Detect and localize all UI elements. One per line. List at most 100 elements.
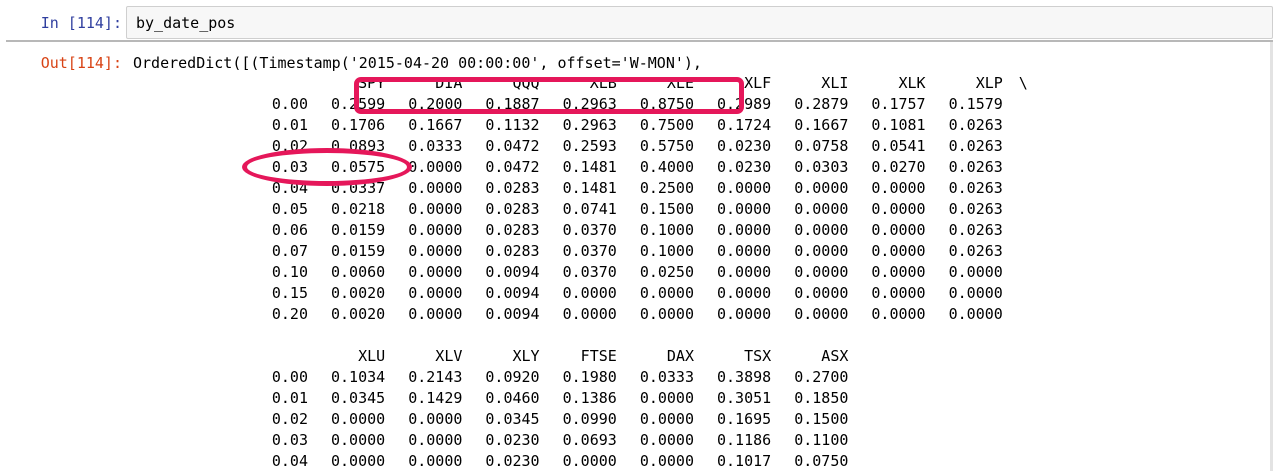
table-cell: 0.0000	[562, 284, 617, 302]
table-cell: 0.0020	[331, 284, 386, 302]
table-cell: 0.0000	[408, 200, 463, 218]
table-cell: 0.0345	[485, 410, 540, 428]
table-cell: 0.1667	[794, 116, 849, 134]
table-cell: 0.0000	[794, 263, 849, 281]
table-cell: 0.0263	[948, 242, 1003, 260]
table-cell: 0.3898	[717, 368, 772, 386]
line-continuation: \	[1018, 74, 1028, 92]
timestamp-highlight-box	[354, 77, 744, 114]
column-header: XLU	[358, 347, 386, 365]
table-cell: 0.0060	[331, 263, 386, 281]
table-cell: 0.2143	[408, 368, 463, 386]
table-cell: 0.0000	[871, 284, 926, 302]
input-prompt: In [114]:	[40, 14, 122, 32]
table-cell: 0.0990	[562, 410, 617, 428]
table-cell: 0.0283	[485, 179, 540, 197]
table-cell: 0.1980	[562, 368, 617, 386]
row-index: 0.06	[271, 221, 308, 239]
table-cell: 0.1695	[717, 410, 772, 428]
table-cell: 0.0000	[639, 389, 694, 407]
table-cell: 0.0758	[794, 137, 849, 155]
column-header: FTSE	[580, 347, 617, 365]
table-cell: 0.1500	[794, 410, 849, 428]
table-cell: 0.0460	[485, 389, 540, 407]
table-cell: 0.1706	[331, 116, 386, 134]
row-index: 0.01	[271, 389, 308, 407]
table-cell: 0.4000	[639, 158, 694, 176]
table-cell: 0.0094	[485, 284, 540, 302]
table-cell: 0.1186	[717, 431, 772, 449]
table-cell: 0.0000	[408, 410, 463, 428]
table-cell: 0.1081	[871, 116, 926, 134]
table-cell: 0.1017	[717, 452, 772, 470]
table-cell: 0.0230	[485, 431, 540, 449]
table-cell: 0.0000	[408, 242, 463, 260]
table-cell: 0.0000	[562, 305, 617, 323]
table-cell: 0.0218	[331, 200, 386, 218]
table-cell: 0.0000	[717, 200, 772, 218]
row-index: 0.02	[271, 410, 308, 428]
table-cell: 0.0263	[948, 221, 1003, 239]
table-cell: 0.1386	[562, 389, 617, 407]
table-cell: 0.0000	[562, 452, 617, 470]
table-cell: 0.1500	[639, 200, 694, 218]
table-cell: 0.0000	[717, 263, 772, 281]
table-cell: 0.2963	[562, 116, 617, 134]
table-cell: 0.0000	[871, 179, 926, 197]
table-cell: 0.0370	[562, 221, 617, 239]
table-cell: 0.0000	[871, 200, 926, 218]
table-cell: 0.0541	[871, 137, 926, 155]
output-first-line: OrderedDict([(Timestamp('2015-04-20 00:0…	[133, 54, 702, 72]
table-cell: 0.0000	[871, 263, 926, 281]
code-text[interactable]: by_date_pos	[136, 14, 235, 32]
table-cell: 0.5750	[639, 137, 694, 155]
table-cell: 0.0230	[717, 137, 772, 155]
table-cell: 0.1667	[408, 116, 463, 134]
table-cell: 0.0000	[871, 242, 926, 260]
table-cell: 0.1034	[331, 368, 386, 386]
output-scrollbar[interactable]	[1270, 42, 1273, 471]
row-index: 0.00	[271, 95, 308, 113]
table-cell: 0.0263	[948, 179, 1003, 197]
column-header: XLK	[898, 74, 926, 92]
table-cell: 0.1850	[794, 389, 849, 407]
table-cell: 0.0263	[948, 116, 1003, 134]
column-header: TSX	[744, 347, 772, 365]
table-cell: 0.0303	[794, 158, 849, 176]
table-cell: 0.0263	[948, 200, 1003, 218]
column-header: DAX	[666, 347, 694, 365]
row-index: 0.00	[271, 368, 308, 386]
table-cell: 0.2879	[794, 95, 849, 113]
table-cell: 0.1132	[485, 116, 540, 134]
column-header: ASX	[821, 347, 849, 365]
table-cell: 0.0000	[408, 179, 463, 197]
table-cell: 0.0159	[331, 221, 386, 239]
output-area: Out[114]: OrderedDict([(Timestamp('2015-…	[6, 40, 1273, 471]
table-cell: 0.1579	[948, 95, 1003, 113]
table-cell: 0.0000	[794, 179, 849, 197]
table-cell: 0.0283	[485, 221, 540, 239]
table-cell: 0.0263	[948, 137, 1003, 155]
table-cell: 0.0283	[485, 200, 540, 218]
table-cell: 0.0345	[331, 389, 386, 407]
table-cell: 0.0333	[639, 368, 694, 386]
table-cell: 0.0000	[717, 242, 772, 260]
row-index: 0.10	[271, 263, 308, 281]
table-cell: 0.0020	[331, 305, 386, 323]
table-cell: 0.0693	[562, 431, 617, 449]
table-cell: 0.3051	[717, 389, 772, 407]
table-cell: 0.0000	[794, 242, 849, 260]
table-cell: 0.0000	[717, 179, 772, 197]
column-header: XLY	[512, 347, 540, 365]
table-cell: 0.0000	[871, 221, 926, 239]
row-index: 0.01	[271, 116, 308, 134]
table-cell: 0.0000	[408, 221, 463, 239]
table-cell: 0.7500	[639, 116, 694, 134]
table-cell: 0.0000	[408, 284, 463, 302]
table-cell: 0.1481	[562, 179, 617, 197]
table-cell: 0.0750	[794, 452, 849, 470]
table-cell: 0.0000	[331, 452, 386, 470]
value-highlight-ellipse	[242, 148, 412, 186]
table-cell: 0.0230	[485, 452, 540, 470]
code-input-cell[interactable]: by_date_pos	[126, 6, 1273, 39]
